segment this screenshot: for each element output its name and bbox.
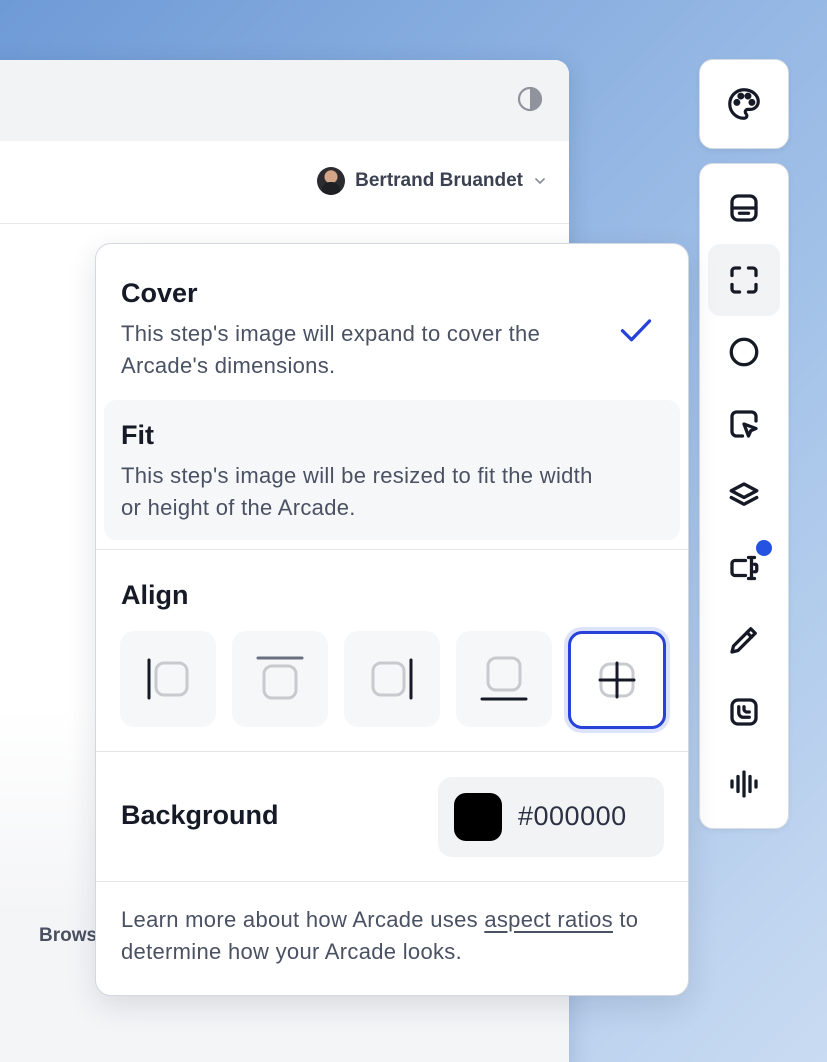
color-swatch[interactable] — [454, 793, 502, 841]
align-right-icon — [371, 658, 413, 700]
align-center-icon — [598, 661, 636, 699]
background-color-picker[interactable]: #000000 — [438, 777, 664, 857]
divider — [96, 549, 688, 550]
option-title: Cover — [121, 278, 198, 308]
crop-frame-icon — [730, 266, 758, 294]
palette-icon — [728, 88, 760, 120]
tool-sticker[interactable] — [708, 676, 780, 748]
tool-audio[interactable] — [708, 748, 780, 820]
notification-dot — [753, 537, 775, 559]
top-bar — [0, 60, 569, 142]
option-cover[interactable]: Cover This step's image will expand to c… — [104, 252, 680, 396]
user-menu[interactable]: Bertrand Bruandet — [317, 167, 547, 195]
help-text-prefix: Learn more about how Arcade uses — [121, 907, 485, 932]
align-title: Align — [121, 580, 189, 610]
align-left-icon — [147, 658, 189, 700]
divider — [96, 751, 688, 752]
help-text: Learn more about how Arcade uses aspect … — [121, 904, 661, 968]
layers-icon — [729, 482, 759, 506]
option-fit[interactable]: Fit This step's image will be resized to… — [104, 400, 680, 540]
theme-button[interactable] — [699, 59, 789, 149]
check-icon — [620, 319, 652, 342]
tool-layers[interactable] — [708, 460, 780, 532]
audio-waveform-icon — [730, 770, 758, 798]
option-title: Fit — [121, 420, 154, 450]
archive-icon — [730, 194, 758, 222]
user-name: Bertrand Bruandet — [355, 170, 523, 191]
tool-crop-frame[interactable] — [708, 244, 780, 316]
align-top-icon — [256, 656, 304, 700]
background-label: Background — [121, 800, 279, 830]
tool-hotspot[interactable] — [708, 388, 780, 460]
option-description: This step's image will expand to cover t… — [121, 321, 541, 378]
tool-pencil[interactable] — [708, 604, 780, 676]
image-fit-popover: Cover This step's image will expand to c… — [95, 243, 689, 996]
option-description: This step's image will be resized to fit… — [121, 463, 593, 520]
chevron-down-icon — [535, 178, 545, 184]
tool-sidebar — [699, 163, 789, 829]
pencil-icon — [730, 627, 757, 654]
sticker-icon — [730, 698, 758, 726]
header: Bertrand Bruandet — [0, 141, 569, 224]
align-top-button[interactable] — [232, 631, 328, 727]
divider — [96, 881, 688, 882]
tool-archive[interactable] — [708, 172, 780, 244]
aspect-ratios-link[interactable]: aspect ratios — [484, 907, 613, 932]
align-center-button[interactable] — [568, 631, 666, 729]
circle-icon — [729, 337, 759, 367]
color-hex-value[interactable]: #000000 — [518, 801, 627, 832]
cursor-click-icon — [730, 410, 758, 438]
align-bottom-button[interactable] — [456, 631, 552, 727]
align-bottom-icon — [480, 656, 528, 701]
contrast-icon[interactable] — [517, 86, 543, 112]
align-right-button[interactable] — [344, 631, 440, 727]
tool-circle[interactable] — [708, 316, 780, 388]
align-left-button[interactable] — [120, 631, 216, 727]
avatar — [317, 167, 346, 195]
